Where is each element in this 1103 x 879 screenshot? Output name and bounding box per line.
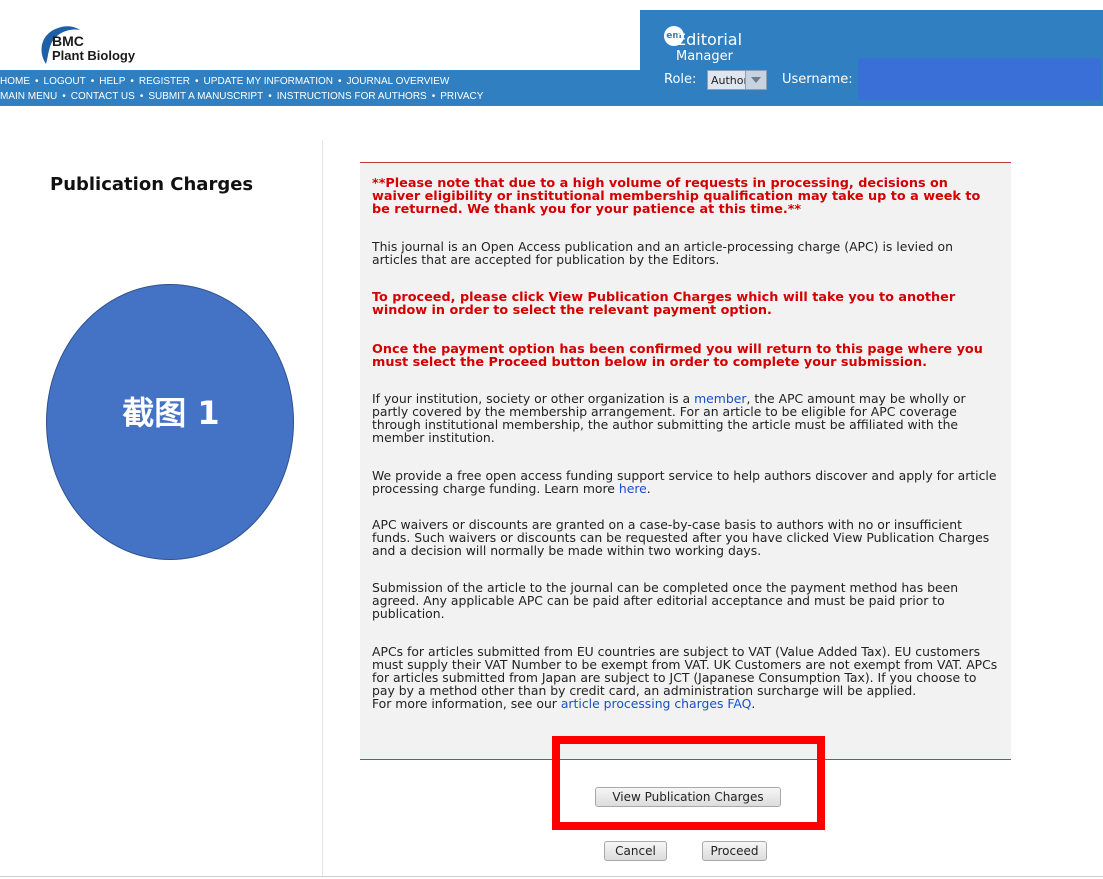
membership-info: If your institution, society or other or… <box>372 392 1000 444</box>
username-label: Username: <box>782 72 853 87</box>
nav-link-instructions-for-authors[interactable]: INSTRUCTIONS FOR AUTHORS <box>277 91 427 102</box>
return-instruction: Once the payment option has been confirm… <box>372 342 983 370</box>
nav-separator: • <box>130 76 134 87</box>
em-logo-line1: Editorial <box>676 30 743 49</box>
nav-separator: • <box>195 76 199 87</box>
chevron-down-icon[interactable] <box>745 71 766 89</box>
em-logo-line2: Manager <box>676 49 733 64</box>
proceed-button[interactable]: Proceed <box>702 841 767 861</box>
nav-link-update-my-information[interactable]: UPDATE MY INFORMATION <box>204 76 333 87</box>
username-field[interactable] <box>858 58 1101 100</box>
nav-link-help[interactable]: HELP <box>99 76 125 87</box>
nav-link-register[interactable]: REGISTER <box>139 76 190 87</box>
faq-text-after: . <box>751 696 756 711</box>
site-header: BMC Plant Biology HOME • LOGOUT • HELP • REGIS… <box>0 10 1103 106</box>
journal-name: Plant Biology <box>52 48 136 63</box>
proceed-instruction: To proceed, please click View Publicatio… <box>372 290 956 318</box>
submission-completion-info: Submission of the article to the journal… <box>372 580 959 621</box>
nav-row-primary: HOME • LOGOUT • HELP • REGISTER • UPDATE MY INFO… <box>0 76 449 88</box>
brand-name: BMC <box>52 33 84 49</box>
nav-link-home[interactable]: HOME <box>0 76 30 87</box>
nav-row-secondary: MAIN MENU • CONTACT US • SUBMIT A MANUSCRIPT… <box>0 91 483 103</box>
annotation-label: 截图 1 <box>122 394 220 432</box>
nav-separator: • <box>338 76 342 87</box>
role-select[interactable]: Author <box>707 70 767 90</box>
here-link[interactable]: here <box>619 481 647 496</box>
processing-delay-warning: **Please note that due to a high volume … <box>372 176 981 217</box>
nav-link-contact-us[interactable]: CONTACT US <box>71 91 135 102</box>
publication-charges-notice: **Please note that due to a high volume … <box>360 162 1011 760</box>
funding-text-before: We provide a free open access funding su… <box>372 468 997 496</box>
bottom-divider <box>0 876 1103 877</box>
faq-text-before: For more information, see our <box>372 696 561 711</box>
apc-faq-link[interactable]: article processing charges FAQ <box>561 696 752 711</box>
nav-separator: • <box>268 91 272 102</box>
editorial-manager-logo: em Editorial Manager <box>650 24 790 64</box>
nav-link-submit-a-manuscript[interactable]: SUBMIT A MANUSCRIPT <box>148 91 263 102</box>
nav-separator: • <box>139 91 144 102</box>
nav-separator: • <box>431 91 436 102</box>
vat-text: APCs for articles submitted from EU coun… <box>372 644 998 698</box>
nav-separator: • <box>62 91 66 102</box>
bmc-logo[interactable]: BMC Plant Biology <box>36 24 156 68</box>
nav-separator: • <box>35 76 39 87</box>
cancel-button[interactable]: Cancel <box>604 841 667 861</box>
nav-link-privacy[interactable]: PRIVACY <box>440 91 483 102</box>
column-divider <box>322 140 323 876</box>
open-access-info: This journal is an Open Access publicati… <box>372 239 953 267</box>
annotation-circle: 截图 1 <box>46 284 294 560</box>
role-selected-value: Author <box>711 74 749 87</box>
nav-link-journal-overview[interactable]: JOURNAL OVERVIEW <box>347 76 450 87</box>
nav-separator: • <box>90 76 95 87</box>
funding-support-info: We provide a free open access funding su… <box>372 469 1000 495</box>
nav-link-logout[interactable]: LOGOUT <box>44 76 86 87</box>
page-title: Publication Charges <box>50 174 254 195</box>
nav-link-main-menu[interactable]: MAIN MENU <box>0 91 57 102</box>
view-publication-charges-button[interactable]: View Publication Charges <box>595 787 781 807</box>
role-label: Role: <box>664 72 697 87</box>
funding-text-after: . <box>646 481 651 496</box>
vat-info: APCs for articles submitted from EU coun… <box>372 645 1000 710</box>
waiver-info: APC waivers or discounts are granted on … <box>372 517 990 558</box>
